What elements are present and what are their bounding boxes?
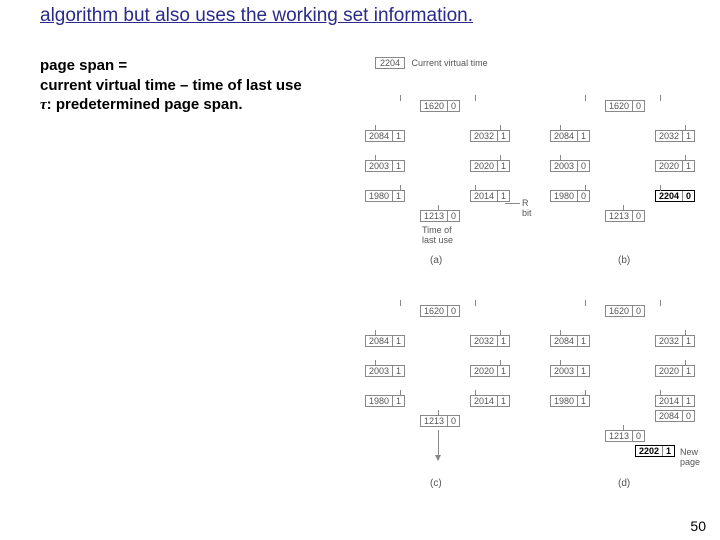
cvt-value-box: 2204 [375,57,405,69]
d-r2-l: 20031 [550,365,590,377]
d-new-page: 22021 [635,445,675,457]
d-r3b: 20840 [655,410,695,422]
sub-c: (c) [430,478,442,489]
panel-b: 16200 20841 20321 20030 20201 19800 2204… [540,80,710,250]
desc-line-1: page span = [40,56,302,76]
c-top: 16200 [420,305,460,317]
d-r2-r: 20201 [655,365,695,377]
c-bottom: 12130 [420,415,460,427]
sub-d: (d) [618,478,630,489]
slide-title: algorithm but also uses the working set … [40,5,700,27]
a-r1-l: 20841 [365,130,405,142]
d-top: 16200 [605,305,645,317]
slide-number: 50 [690,518,706,534]
c-r3-l: 19801 [365,395,405,407]
b-r3-r-hi: 22040 [655,190,695,202]
arrow-down-icon [438,430,439,460]
a-r3-r: 20141 [470,190,510,202]
panel-c: 16200 20841 20321 20031 20201 19801 2014… [350,285,530,475]
cvt-label: Current virtual time [412,58,488,68]
description-block: page span = current virtual time – time … [40,56,302,116]
b-r2-r: 20201 [655,160,695,172]
a-top: 16200 [420,100,460,112]
b-r3-l: 19800 [550,190,590,202]
a-r2-l: 20031 [365,160,405,172]
desc-line-2: current virtual time – time of last use [40,76,302,96]
time-label-2: last use [422,235,453,245]
b-r2-l: 20030 [550,160,590,172]
desc-line-3: τ: predetermined page span. [40,95,302,116]
a-r3-l: 19801 [365,190,405,202]
d-r3-l: 19801 [550,395,590,407]
cvt-header: 2204 Current virtual time [375,57,488,69]
c-r1-l: 20841 [365,335,405,347]
c-r3-r: 20141 [470,395,510,407]
b-r1-r: 20321 [655,130,695,142]
desc-line-3-rest: : predetermined page span. [47,96,243,113]
c-r2-l: 20031 [365,365,405,377]
a-r2-r: 20201 [470,160,510,172]
panel-a: 16200 20841 20321 20031 20201 19801 2014… [350,80,530,250]
d-r1-l: 20841 [550,335,590,347]
panel-d: 16200 20841 20321 20031 20201 19801 2014… [540,285,720,475]
d-r3-r: 20141 [655,395,695,407]
a-r1-r: 20321 [470,130,510,142]
new-page-label: New page [680,447,720,467]
sub-a: (a) [430,255,442,266]
d-r1-r: 20321 [655,335,695,347]
d-bottom: 12130 [605,430,645,442]
tau-symbol: τ [40,97,47,113]
c-r2-r: 20201 [470,365,510,377]
a-bottom: 12130 [420,210,460,222]
r-bit-label: R bit [522,198,532,218]
sub-b: (b) [618,255,630,266]
b-top: 16200 [605,100,645,112]
b-bottom: 12130 [605,210,645,222]
b-r1-l: 20841 [550,130,590,142]
time-label-1: Time of [422,225,452,235]
c-r1-r: 20321 [470,335,510,347]
